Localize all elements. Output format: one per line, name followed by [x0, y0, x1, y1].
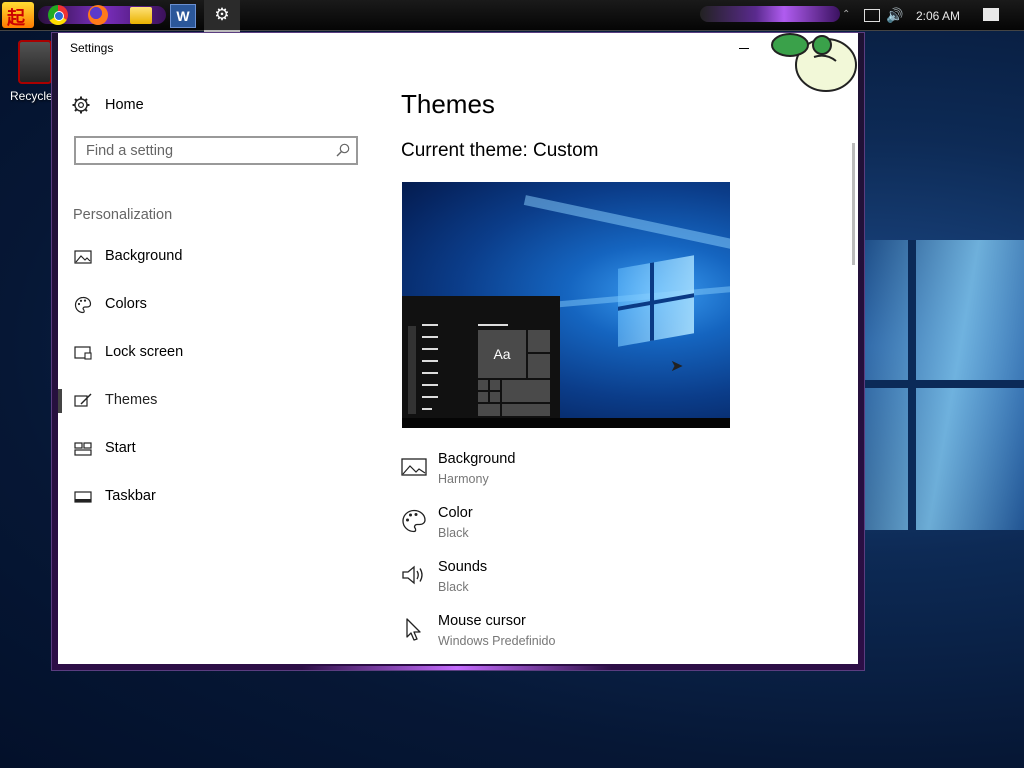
action-center-icon[interactable] — [983, 8, 999, 21]
settings-window: Settings Home Find a setting Personaliza… — [52, 33, 864, 670]
speaker-icon — [402, 565, 423, 585]
nav-item-label: Themes — [105, 392, 158, 408]
chrome-icon[interactable] — [48, 5, 68, 25]
preview-tile: Aa — [478, 330, 526, 378]
windows-logo — [618, 255, 694, 347]
setting-value: Black — [438, 526, 469, 540]
theme-setting-background[interactable]: Background Harmony — [401, 451, 701, 495]
current-theme-heading: Current theme: Custom — [401, 140, 599, 161]
desktop-wallpaper-logo — [862, 240, 1024, 530]
nav-item-lock-screen[interactable]: Lock screen — [58, 335, 368, 371]
picture-icon — [74, 250, 92, 264]
nav-item-taskbar[interactable]: Taskbar — [58, 479, 368, 515]
title-bar[interactable]: Settings — [58, 33, 858, 92]
setting-title: Background — [438, 451, 516, 467]
home-label: Home — [105, 97, 144, 113]
search-input[interactable] — [76, 138, 346, 163]
setting-value: Windows Predefinido — [438, 634, 556, 648]
theme-preview: Aa ➤ — [402, 182, 730, 428]
nav-item-label: Lock screen — [105, 344, 184, 360]
volume-icon[interactable]: 🔊 — [886, 7, 903, 24]
start-icon — [74, 442, 92, 456]
nav-item-colors[interactable]: Colors — [58, 287, 368, 323]
setting-value: Black — [438, 580, 469, 594]
chevron-up-icon[interactable]: ⌃ — [842, 9, 850, 20]
picture-icon — [401, 458, 427, 476]
nav-item-label: Taskbar — [105, 488, 156, 504]
search-box[interactable] — [74, 136, 358, 165]
gear-icon — [72, 96, 90, 114]
nav-item-label: Colors — [105, 296, 147, 312]
network-icon[interactable] — [864, 9, 880, 22]
nav-item-themes[interactable]: Themes — [58, 383, 368, 419]
section-label-personalization: Personalization — [73, 207, 173, 223]
setting-title: Color — [438, 505, 473, 521]
taskbar: W ⚙ ⌃ 🔊 2:06 AM — [0, 0, 1024, 32]
setting-value: Harmony — [438, 472, 489, 486]
palette-icon — [402, 509, 426, 533]
window-title: Settings — [70, 41, 114, 55]
lock-screen-icon — [74, 346, 92, 360]
page-title: Themes — [401, 89, 495, 119]
setting-title: Mouse cursor — [438, 613, 526, 629]
theme-setting-sounds[interactable]: Sounds Black — [401, 559, 701, 603]
search-icon[interactable] — [336, 143, 350, 157]
recycle-bin-label: Recycle — [10, 89, 53, 103]
themes-icon — [74, 393, 92, 407]
settings-taskbar-button[interactable]: ⚙ — [204, 0, 240, 32]
recycle-bin-icon[interactable] — [18, 40, 52, 84]
minimize-button[interactable] — [734, 36, 756, 58]
file-explorer-icon[interactable] — [130, 7, 152, 24]
nav-item-label: Start — [105, 440, 136, 456]
nav-item-background[interactable]: Background — [58, 239, 368, 275]
start-button[interactable] — [2, 2, 34, 30]
taskbar-decoration-right — [700, 6, 840, 22]
palette-icon — [74, 296, 92, 314]
scrollbar[interactable] — [852, 143, 855, 265]
theme-setting-color[interactable]: Color Black — [401, 505, 701, 549]
mascot-decoration — [771, 33, 857, 92]
clock[interactable]: 2:06 AM — [916, 9, 960, 23]
cursor-icon — [406, 618, 421, 641]
nav-item-label: Background — [105, 248, 183, 264]
setting-title: Sounds — [438, 559, 488, 575]
taskbar-icon — [74, 491, 92, 503]
preview-start-menu: Aa — [402, 296, 560, 428]
nav-item-start[interactable]: Start — [58, 431, 368, 467]
theme-setting-mouse-cursor[interactable]: Mouse cursor Windows Predefinido — [401, 613, 701, 657]
window-client: Settings Home Find a setting Personaliza… — [58, 33, 858, 664]
word-icon[interactable]: W — [170, 4, 196, 28]
preview-cursor-icon: ➤ — [670, 358, 684, 375]
firefox-icon[interactable] — [88, 5, 108, 25]
